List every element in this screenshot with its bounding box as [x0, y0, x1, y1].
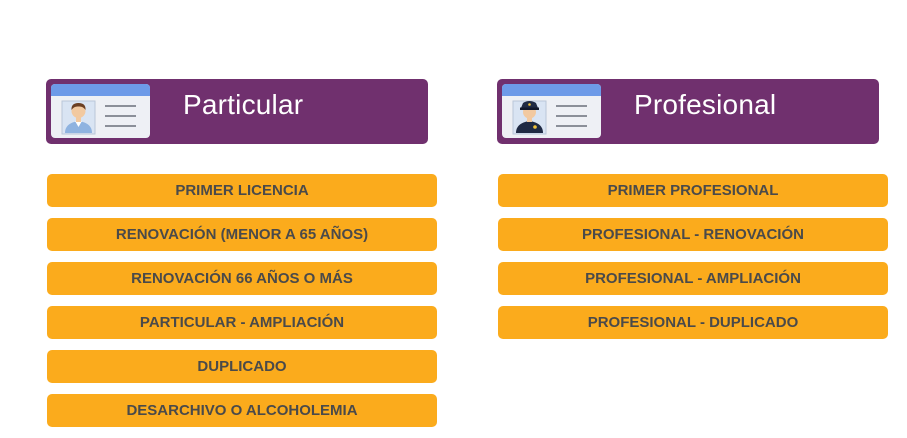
primer-licencia-button[interactable]: PRIMER LICENCIA	[47, 174, 437, 207]
profesional-ampliacion-button[interactable]: PROFESIONAL - AMPLIACIÓN	[498, 262, 888, 295]
profesional-duplicado-button[interactable]: PROFESIONAL - DUPLICADO	[498, 306, 888, 339]
renovacion-66-o-mas-button[interactable]: RENOVACIÓN 66 AÑOS O MÁS	[47, 262, 437, 295]
profesional-section: Profesional PRIMER PROFESIONAL PROFESION…	[497, 79, 889, 339]
id-card-person-icon	[51, 84, 150, 138]
primer-profesional-button[interactable]: PRIMER PROFESIONAL	[498, 174, 888, 207]
profesional-header: Profesional	[497, 79, 879, 144]
particular-title: Particular	[183, 89, 304, 120]
particular-section: Particular PRIMER LICENCIA RENOVACIÓN (M…	[46, 79, 438, 427]
desarchivo-alcoholemia-button[interactable]: DESARCHIVO O ALCOHOLEMIA	[47, 394, 437, 427]
particular-ampliacion-button[interactable]: PARTICULAR - AMPLIACIÓN	[47, 306, 437, 339]
particular-button-list: PRIMER LICENCIA RENOVACIÓN (MENOR A 65 A…	[47, 174, 437, 438]
profesional-title: Profesional	[634, 89, 777, 120]
profesional-renovacion-button[interactable]: PROFESIONAL - RENOVACIÓN	[498, 218, 888, 251]
duplicado-button[interactable]: DUPLICADO	[47, 350, 437, 383]
particular-header: Particular	[46, 79, 428, 144]
profesional-button-list: PRIMER PROFESIONAL PROFESIONAL - RENOVAC…	[498, 174, 888, 350]
id-card-police-icon	[502, 84, 601, 138]
renovacion-menor-65-button[interactable]: RENOVACIÓN (MENOR A 65 AÑOS)	[47, 218, 437, 251]
